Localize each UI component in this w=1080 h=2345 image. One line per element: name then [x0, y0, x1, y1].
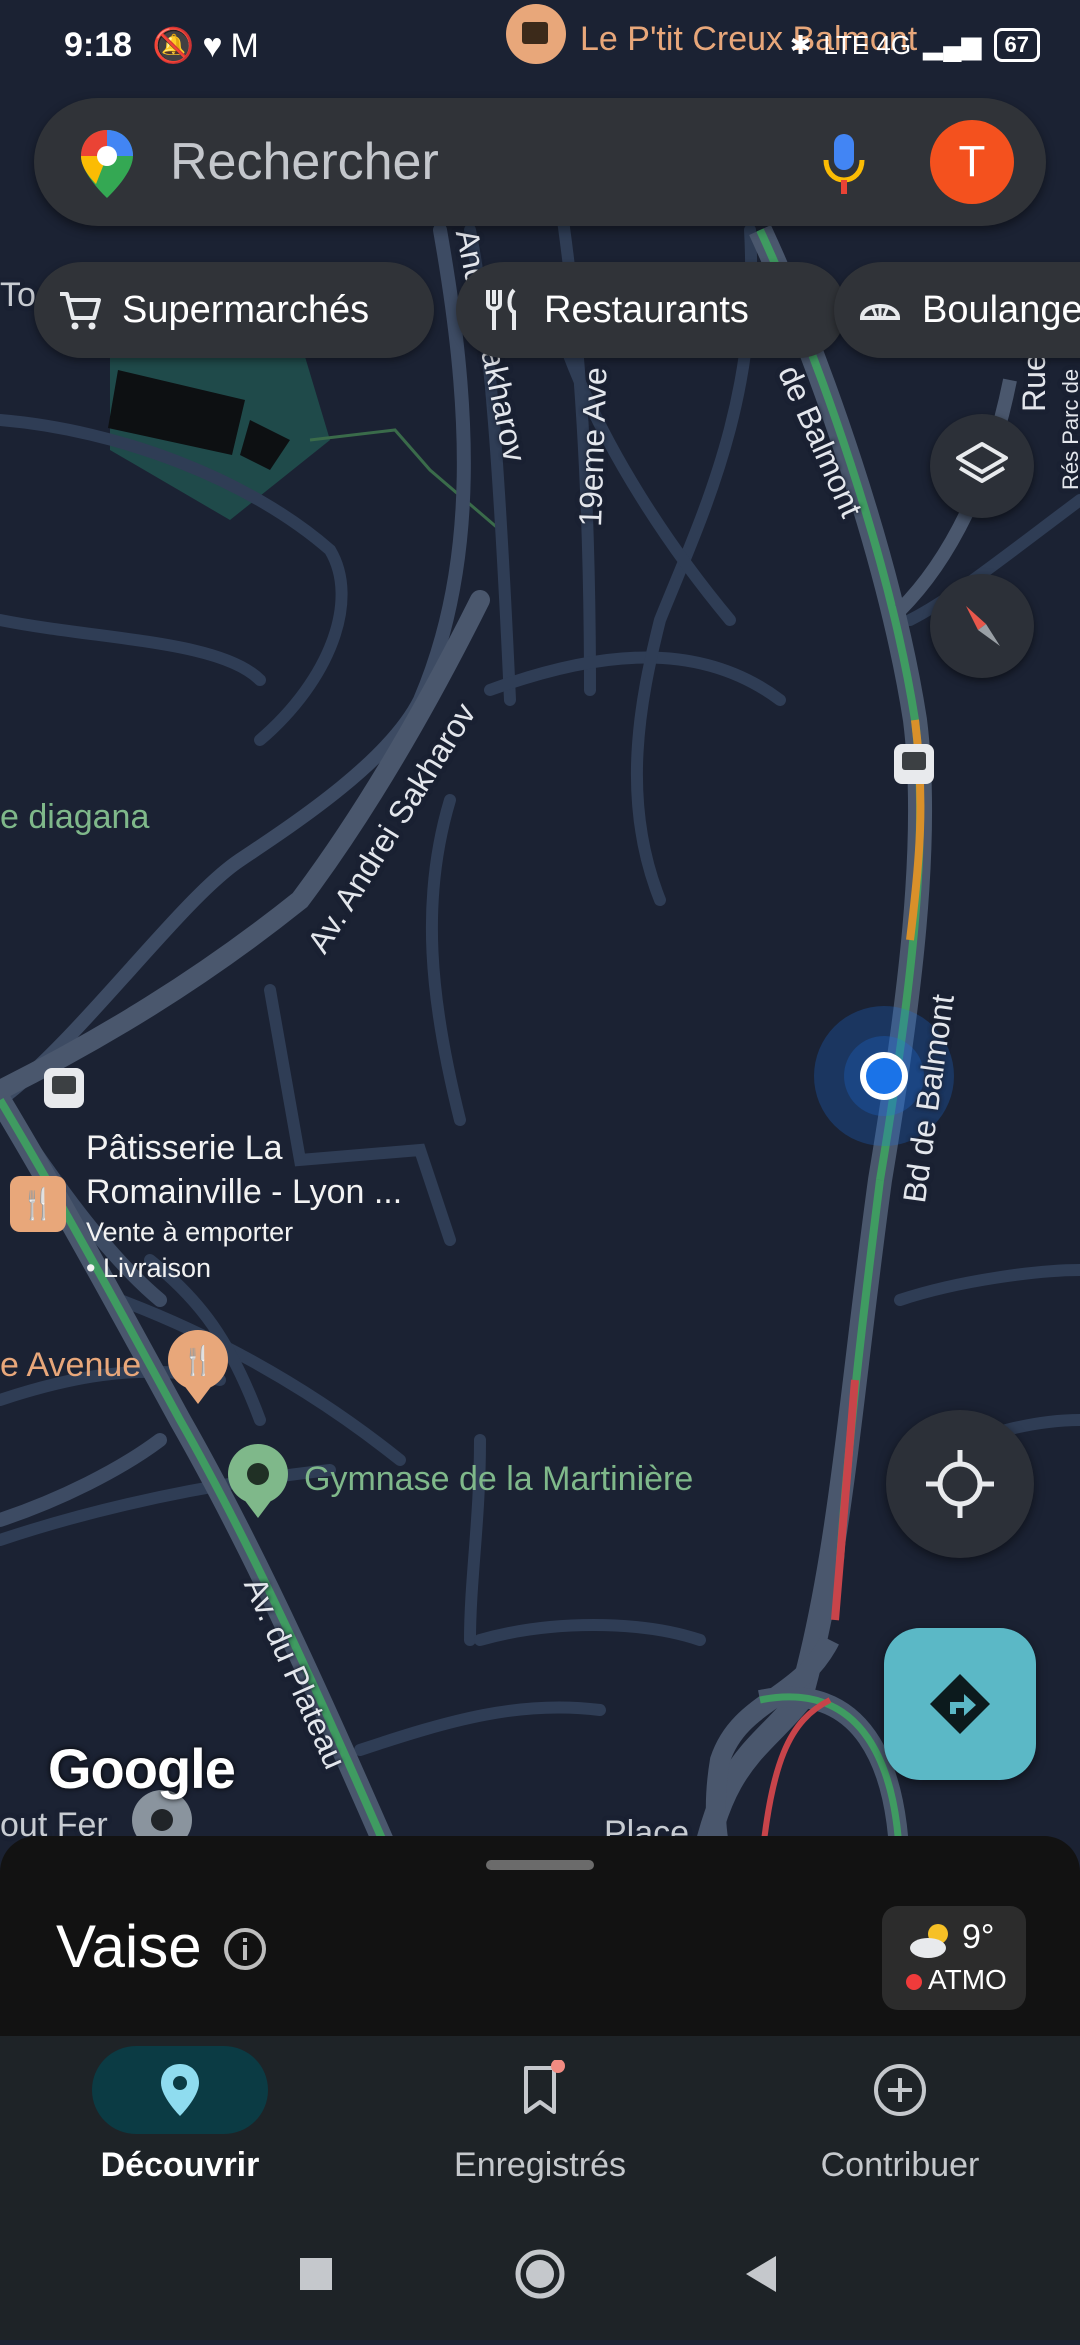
poi-patisserie-name-1: Pâtisserie La: [86, 1129, 283, 1167]
bottom-nav: Découvrir Enregistrés Contribuer: [0, 2036, 1080, 2206]
nav-label: Découvrir: [100, 2146, 260, 2184]
cart-icon: [60, 292, 101, 330]
search-input[interactable]: Rechercher: [170, 132, 439, 192]
nav-label: Contribuer: [820, 2146, 980, 2184]
heart-icon: ♥: [202, 27, 231, 65]
poi-label-avenue[interactable]: e Avenue: [0, 1346, 141, 1385]
info-icon[interactable]: [222, 1926, 268, 1972]
nav-decouvrir[interactable]: Découvrir: [0, 2036, 360, 2206]
poi-patisserie-name-2: Romainville - Lyon ...: [86, 1173, 403, 1211]
gmail-icon: M: [230, 27, 267, 65]
bottom-sheet[interactable]: Vaise 9° ATMO: [0, 1836, 1080, 2036]
poi-patisserie[interactable]: Pâtisserie La Romainville - Lyon ... Ven…: [86, 1126, 402, 1286]
bookmark-icon: [524, 2060, 565, 2114]
bread-icon: [859, 304, 901, 320]
crosshair-icon: [926, 1450, 994, 1518]
chip-supermarches[interactable]: Supermarchés: [34, 262, 434, 358]
chip-boulangerie[interactable]: Boulange: [834, 262, 1080, 358]
layers-button[interactable]: [930, 414, 1034, 518]
nav-label: Enregistrés: [454, 2146, 626, 2184]
chip-label: Boulange: [922, 288, 1080, 331]
road-label-19eme: 19eme Ave: [572, 366, 614, 528]
chip-label: Supermarchés: [122, 288, 370, 331]
mic-icon[interactable]: [820, 132, 868, 196]
place-name: Vaise: [56, 1913, 202, 1980]
compass-button[interactable]: [930, 574, 1034, 678]
system-nav-bar: [0, 2206, 1080, 2340]
air-quality-label: ATMO: [928, 1964, 1007, 1995]
avatar[interactable]: T: [930, 120, 1014, 204]
maps-logo-icon: [81, 130, 133, 198]
svg-text:🍴: 🍴: [181, 1344, 216, 1377]
poi-patisserie-detail-1: Vente à emporter: [86, 1217, 294, 1247]
bluetooth-icon: ✱: [789, 29, 812, 60]
status-right: ✱ LTE 4G ▂▄▆ 67: [790, 28, 1040, 62]
chip-label: Restaurants: [544, 288, 749, 331]
category-chips: Supermarchés Restaurants Boulange: [34, 262, 1080, 358]
my-location-button[interactable]: [886, 1410, 1034, 1558]
weather-card[interactable]: 9° ATMO: [882, 1906, 1026, 2010]
chip-restaurants[interactable]: Restaurants: [456, 262, 846, 358]
poi-label-gymnase[interactable]: Gymnase de la Martinière: [304, 1460, 693, 1499]
recents-button[interactable]: [300, 2258, 332, 2290]
battery-icon: 67: [993, 28, 1040, 62]
status-time: 9:18: [64, 26, 133, 64]
map-label-edge: To: [0, 276, 36, 314]
layers-icon: [956, 442, 1008, 483]
svg-text:🍴: 🍴: [19, 1186, 56, 1222]
status-bar: 9:18 🔕♥M ✱ LTE 4G ▂▄▆ 67: [0, 0, 1080, 90]
poi-patisserie-detail-2: • Livraison: [86, 1253, 212, 1283]
search-bar[interactable]: Rechercher T: [34, 98, 1046, 226]
directions-icon: [930, 1674, 990, 1734]
notification-icons: 🔕♥M: [152, 26, 267, 66]
directions-button[interactable]: [884, 1628, 1036, 1780]
road-label-res-parc: Rés Parc de: [1058, 368, 1080, 490]
plus-circle-icon: [874, 2064, 926, 2116]
pin-icon: [161, 2064, 199, 2116]
sheet-drag-handle[interactable]: [486, 1860, 594, 1870]
back-button[interactable]: [746, 2256, 776, 2292]
muted-bell-icon: 🔕: [152, 27, 203, 65]
air-quality-dot: [906, 1974, 922, 1990]
fork-knife-icon: [486, 288, 516, 330]
nav-contribuer[interactable]: Contribuer: [720, 2036, 1080, 2206]
nav-enregistres[interactable]: Enregistrés: [360, 2036, 720, 2206]
partly-cloudy-icon: [910, 1924, 948, 1958]
system-nav-icons: [300, 2249, 776, 2299]
signal-icon: ▂▄▆: [923, 29, 982, 60]
network-label: LTE 4G: [823, 29, 912, 60]
google-logo: Google: [48, 1737, 236, 1800]
poi-label-diagana[interactable]: e diagana: [0, 798, 149, 837]
weather-temp: 9°: [962, 1918, 995, 1956]
road-label-rue: Rue: [1016, 353, 1052, 412]
compass-icon: [966, 606, 1000, 646]
